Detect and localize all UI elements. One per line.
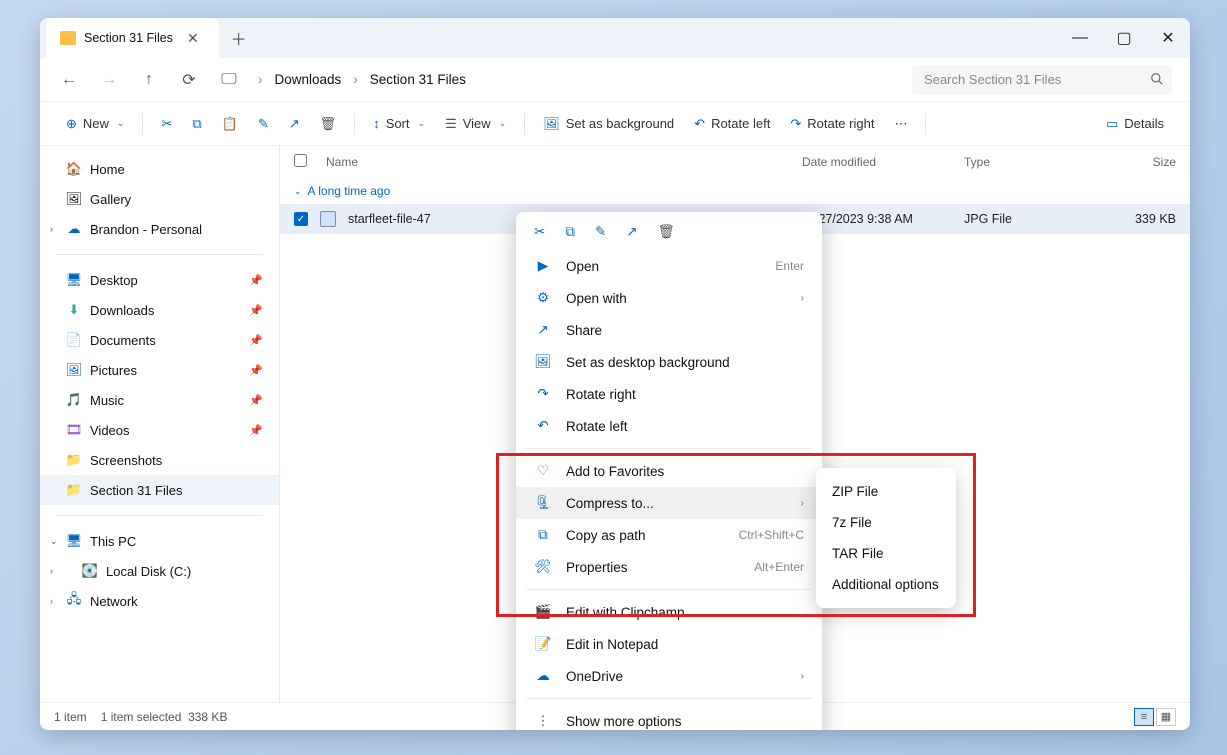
forward-button[interactable]: → — [98, 71, 120, 89]
ctx-delete-icon[interactable]: 🗑 — [658, 224, 675, 240]
sub-tar[interactable]: TAR File — [816, 538, 956, 569]
status-item-count: 1 item — [54, 710, 87, 724]
sidebar-videos[interactable]: 🎞Videos📌 — [40, 415, 279, 445]
ctx-clipchamp[interactable]: 🎬Edit with Clipchamp — [516, 596, 822, 628]
refresh-button[interactable]: ⟳ — [178, 70, 200, 90]
ctx-favorites[interactable]: ♡Add to Favorites — [516, 455, 822, 487]
sidebar-documents[interactable]: 📄Documents📌 — [40, 325, 279, 355]
ctx-share[interactable]: ↗Share — [516, 314, 822, 346]
rotate-right-button[interactable]: ↷Rotate right — [782, 110, 882, 138]
breadcrumb-current[interactable]: Section 31 Files — [370, 72, 466, 87]
back-button[interactable]: ← — [58, 71, 80, 89]
details-button[interactable]: ▭Details — [1098, 110, 1172, 138]
pin-icon: 📌 — [249, 274, 263, 287]
rotate-left-button[interactable]: ↶Rotate left — [686, 110, 778, 138]
ctx-set-desktop[interactable]: 🖼Set as desktop background — [516, 346, 822, 378]
ctx-notepad[interactable]: 📝Edit in Notepad — [516, 628, 822, 660]
ctx-rotate-right[interactable]: ↷Rotate right — [516, 378, 822, 410]
ctx-compress[interactable]: 🗜Compress to...› — [516, 487, 822, 519]
sidebar-localdisk[interactable]: ›💽Local Disk (C:) — [40, 556, 279, 586]
sub-additional[interactable]: Additional options — [816, 569, 956, 600]
sub-7z[interactable]: 7z File — [816, 507, 956, 538]
ctx-rotate-left[interactable]: ↶Rotate left — [516, 410, 822, 442]
file-explorer-window: Section 31 Files ✕ ＋ — ▢ ✕ ← → ↑ ⟳ 🖵 › D… — [40, 18, 1190, 730]
new-tab-button[interactable]: ＋ — [231, 26, 247, 50]
tab-section31[interactable]: Section 31 Files ✕ — [46, 18, 219, 58]
tab-title: Section 31 Files — [84, 31, 173, 45]
sidebar-home[interactable]: 🏠Home — [40, 154, 279, 184]
close-window-button[interactable]: ✕ — [1146, 18, 1190, 58]
jpg-file-icon — [320, 211, 336, 227]
group-header[interactable]: ⌄A long time ago — [280, 178, 1190, 204]
sidebar-downloads[interactable]: ⬇Downloads📌 — [40, 295, 279, 325]
ctx-share-icon[interactable]: ↗ — [626, 224, 637, 240]
file-date: 11/27/2023 9:38 AM — [802, 212, 952, 226]
close-tab-icon[interactable]: ✕ — [181, 30, 205, 47]
maximize-button[interactable]: ▢ — [1102, 18, 1146, 58]
searchbox[interactable] — [912, 65, 1172, 95]
content-pane: Name Date modified Type Size ⌄A long tim… — [280, 146, 1190, 702]
minimize-button[interactable]: — — [1058, 18, 1102, 58]
ctx-cut-icon[interactable]: ✂ — [534, 224, 545, 240]
search-icon — [1150, 72, 1164, 86]
ctx-open[interactable]: ▶OpenEnter — [516, 250, 822, 282]
titlebar: Section 31 Files ✕ ＋ — ▢ ✕ — [40, 18, 1190, 58]
more-button[interactable]: ⋯ — [886, 110, 915, 138]
sidebar-screenshots[interactable]: 📁Screenshots — [40, 445, 279, 475]
sidebar-music[interactable]: 🎵Music📌 — [40, 385, 279, 415]
sort-button[interactable]: ↕Sort⌄ — [365, 110, 433, 137]
view-large-icon[interactable]: ▦ — [1156, 708, 1176, 726]
view-details-icon[interactable]: ≡ — [1134, 708, 1154, 726]
col-type[interactable]: Type — [964, 155, 1084, 169]
delete-icon[interactable]: 🗑 — [312, 110, 345, 138]
paste-icon[interactable]: 📋 — [214, 110, 246, 138]
view-button[interactable]: ☰View⌄ — [437, 110, 514, 138]
compress-submenu: ZIP File 7z File TAR File Additional opt… — [816, 468, 956, 608]
ctx-rename-icon[interactable]: ✎ — [595, 224, 606, 240]
col-size[interactable]: Size — [1096, 155, 1176, 169]
ctx-more[interactable]: ⋮Show more options — [516, 705, 822, 730]
sidebar-network[interactable]: ›🖧Network — [40, 586, 279, 616]
file-size: 339 KB — [1096, 212, 1176, 226]
breadcrumb-downloads[interactable]: Downloads — [275, 72, 342, 87]
sidebar-gallery[interactable]: 🖼Gallery — [40, 184, 279, 214]
search-input[interactable] — [912, 65, 1172, 95]
breadcrumb[interactable]: › Downloads › Section 31 Files — [258, 72, 466, 87]
up-button[interactable]: ↑ — [138, 71, 160, 89]
monitor-icon[interactable]: 🖵 — [218, 71, 240, 89]
navbar: ← → ↑ ⟳ 🖵 › Downloads › Section 31 Files — [40, 58, 1190, 102]
ctx-onedrive[interactable]: ☁OneDrive› — [516, 660, 822, 692]
set-background-button[interactable]: 🖼Set as background — [535, 110, 682, 138]
ctx-open-with[interactable]: ⚙Open with› — [516, 282, 822, 314]
select-all-checkbox[interactable] — [294, 154, 307, 167]
sidebar-personal[interactable]: ›☁Brandon - Personal — [40, 214, 279, 244]
share-icon[interactable]: ↗ — [281, 110, 308, 138]
file-checkbox[interactable]: ✓ — [294, 212, 308, 226]
context-menu: ✂ ⧉ ✎ ↗ 🗑 ▶OpenEnter ⚙Open with› ↗Share … — [516, 212, 822, 730]
column-headers: Name Date modified Type Size — [280, 146, 1190, 178]
sidebar-pictures[interactable]: 🖼Pictures📌 — [40, 355, 279, 385]
new-button[interactable]: ⊕New⌄ — [58, 110, 132, 138]
sidebar-section31[interactable]: 📁Section 31 Files — [40, 475, 279, 505]
sidebar-thispc[interactable]: ⌄🖥This PC — [40, 526, 279, 556]
sidebar-desktop[interactable]: 🖥Desktop📌 — [40, 265, 279, 295]
rename-icon[interactable]: ✎ — [250, 110, 277, 138]
ctx-copy-icon[interactable]: ⧉ — [565, 224, 575, 240]
ctx-properties[interactable]: 🛠PropertiesAlt+Enter — [516, 551, 822, 583]
col-date[interactable]: Date modified — [802, 155, 952, 169]
col-name[interactable]: Name — [326, 155, 790, 169]
ctx-copy-path[interactable]: ⧉Copy as pathCtrl+Shift+C — [516, 519, 822, 551]
sub-zip[interactable]: ZIP File — [816, 476, 956, 507]
status-selected: 1 item selected 338 KB — [101, 710, 228, 724]
sidebar: 🏠Home 🖼Gallery ›☁Brandon - Personal 🖥Des… — [40, 146, 280, 702]
folder-icon — [60, 31, 76, 45]
file-type: JPG File — [964, 212, 1084, 226]
toolbar: ⊕New⌄ ✂ ⧉ 📋 ✎ ↗ 🗑 ↕Sort⌄ ☰View⌄ 🖼Set as … — [40, 102, 1190, 146]
copy-icon[interactable]: ⧉ — [184, 110, 209, 138]
cut-icon[interactable]: ✂ — [153, 110, 180, 138]
